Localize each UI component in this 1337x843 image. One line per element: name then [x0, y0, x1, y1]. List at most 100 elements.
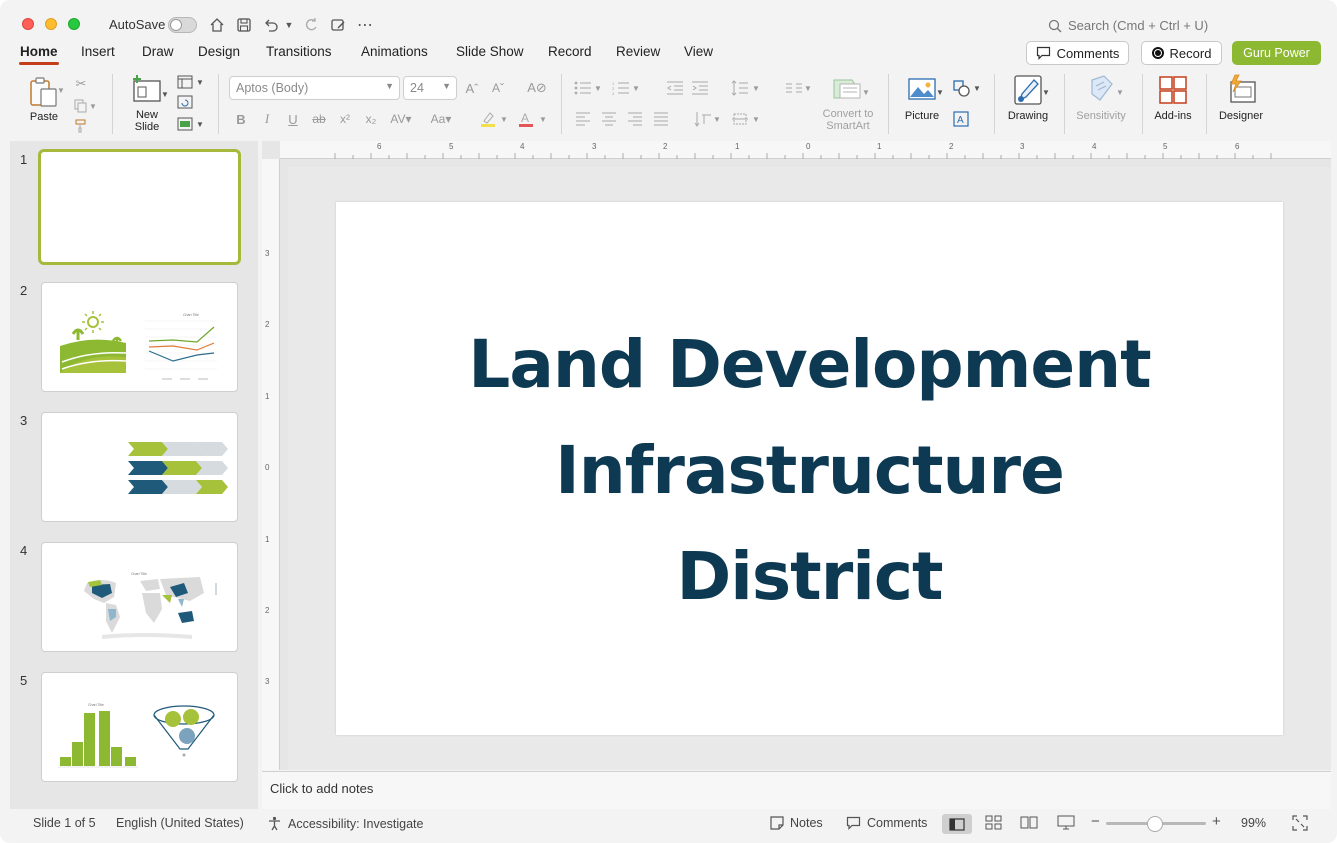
save-icon[interactable] [233, 14, 255, 36]
numbering-dropdown-icon[interactable]: ▼ [630, 78, 642, 98]
superscript-icon[interactable]: x² [334, 109, 356, 129]
bullets-icon[interactable] [572, 78, 594, 98]
tab-animations[interactable]: Animations [361, 44, 428, 59]
section-dropdown-icon[interactable]: ▼ [194, 114, 206, 134]
tab-insert[interactable]: Insert [81, 44, 115, 59]
decrease-indent-icon[interactable] [664, 78, 686, 98]
font-name-select[interactable]: Aptos (Body) ▼ [229, 76, 400, 100]
tab-design[interactable]: Design [198, 44, 240, 59]
change-case-icon[interactable]: Aa▾ [424, 109, 458, 129]
bold-icon[interactable]: B [230, 109, 252, 129]
font-size-select[interactable]: 24 ▼ [403, 76, 457, 100]
smartart-dropdown-icon[interactable]: ▼ [860, 82, 872, 102]
zoom-slider-handle[interactable] [1147, 816, 1163, 832]
increase-font-size-icon[interactable]: Aˆ [461, 78, 483, 98]
tab-record[interactable]: Record [548, 44, 592, 59]
slide-thumbnail-3[interactable] [41, 412, 238, 522]
tab-slide-show[interactable]: Slide Show [456, 44, 524, 59]
highlight-dropdown-icon[interactable]: ▼ [498, 109, 510, 129]
subscript-icon[interactable]: x₂ [360, 109, 382, 129]
align-center-icon[interactable] [598, 109, 620, 129]
layout-icon[interactable] [174, 72, 196, 92]
numbering-icon[interactable]: 123 [610, 78, 632, 98]
sensitivity-dropdown-icon[interactable]: ▼ [1114, 82, 1126, 102]
shapes-dropdown-icon[interactable]: ▼ [971, 78, 983, 98]
close-window-button[interactable] [22, 18, 34, 30]
bullets-dropdown-icon[interactable]: ▼ [592, 78, 604, 98]
align-text-icon[interactable] [729, 109, 751, 129]
notes-pane[interactable]: Click to add notes [262, 771, 1331, 809]
more-options-icon[interactable]: ⋯ [354, 14, 376, 36]
zoom-out-icon[interactable]: − [1091, 813, 1100, 830]
paste-dropdown-icon[interactable]: ▼ [56, 80, 66, 100]
record-button[interactable]: Record [1141, 41, 1222, 65]
tab-view[interactable]: View [684, 44, 713, 59]
italic-icon[interactable]: I [256, 109, 278, 129]
font-color-icon[interactable]: A [515, 109, 537, 129]
slideshow-icon [1057, 815, 1075, 830]
new-slide-dropdown-icon[interactable]: ▼ [160, 84, 170, 104]
copy-dropdown-icon[interactable]: ▼ [88, 96, 98, 116]
drawing-label: Drawing [1007, 110, 1049, 122]
text-box-icon[interactable]: A [950, 109, 972, 129]
undo-dropdown-icon[interactable]: ▼ [282, 14, 296, 36]
fit-to-window-button[interactable] [1292, 815, 1308, 834]
zoom-window-button[interactable] [68, 18, 80, 30]
autosave-toggle[interactable] [168, 17, 197, 33]
character-spacing-icon[interactable]: AV▾ [386, 109, 416, 129]
slide-thumbnail-5[interactable]: Chart Title [41, 672, 238, 782]
cut-icon[interactable]: ✂ [70, 74, 92, 94]
underline-icon[interactable]: U [282, 109, 304, 129]
align-text-dropdown-icon[interactable]: ▼ [750, 109, 762, 129]
accessibility-button[interactable]: Accessibility: Investigate [267, 816, 423, 831]
minimize-window-button[interactable] [45, 18, 57, 30]
slide-thumbnail-2[interactable]: Chart Title [41, 282, 238, 392]
home-icon[interactable] [206, 14, 228, 36]
slide-sorter-button[interactable] [985, 815, 1002, 833]
slide-thumbnail-4[interactable]: Chart Title [41, 542, 238, 652]
slide-thumbnail-1[interactable] [38, 149, 241, 265]
tab-transitions[interactable]: Transitions [266, 44, 332, 59]
line-spacing-dropdown-icon[interactable]: ▼ [750, 78, 762, 98]
reading-view-button[interactable] [1020, 815, 1038, 833]
addins-button[interactable]: Add-ins [1150, 74, 1196, 122]
slide-title[interactable]: Land Development Infrastructure District [336, 312, 1283, 630]
current-slide[interactable]: Land Development Infrastructure District [336, 202, 1283, 735]
reset-slide-icon[interactable] [174, 92, 196, 112]
strikethrough-icon[interactable]: ab [308, 109, 330, 129]
designer-button[interactable]: Designer [1214, 74, 1268, 122]
align-right-icon[interactable] [624, 109, 646, 129]
drawing-dropdown-icon[interactable]: ▼ [1040, 82, 1052, 102]
search-box[interactable]: Search (Cmd + Ctrl + U) [1048, 18, 1208, 33]
notes-button[interactable]: Notes [770, 816, 823, 830]
redo-icon[interactable] [300, 14, 322, 36]
tab-review[interactable]: Review [616, 44, 660, 59]
undo-icon[interactable] [260, 14, 282, 36]
zoom-level[interactable]: 99% [1241, 816, 1266, 830]
clear-formatting-icon[interactable]: A⊘ [526, 78, 548, 98]
format-painter-icon[interactable] [70, 116, 92, 136]
tab-draw[interactable]: Draw [142, 44, 174, 59]
decrease-font-size-icon[interactable]: Aˇ [487, 78, 509, 98]
increase-indent-icon[interactable] [689, 78, 711, 98]
language-indicator[interactable]: English (United States) [116, 816, 244, 830]
line-spacing-icon[interactable] [729, 78, 751, 98]
align-left-icon[interactable] [572, 109, 594, 129]
highlight-icon[interactable] [477, 109, 499, 129]
shapes-icon[interactable] [950, 78, 972, 98]
tab-home[interactable]: Home [20, 44, 58, 59]
guru-power-button[interactable]: Guru Power [1232, 41, 1321, 65]
normal-view-button[interactable] [942, 814, 972, 834]
status-comments-button[interactable]: Comments [846, 816, 927, 830]
text-direction-dropdown-icon[interactable]: ▼ [711, 109, 723, 129]
customize-slideshow-icon[interactable] [327, 14, 349, 36]
comments-button[interactable]: Comments [1026, 41, 1129, 65]
layout-dropdown-icon[interactable]: ▼ [194, 72, 206, 92]
columns-dropdown-icon[interactable]: ▼ [802, 78, 814, 98]
justify-icon[interactable] [650, 109, 672, 129]
section-icon[interactable] [174, 114, 196, 134]
slideshow-view-button[interactable] [1057, 815, 1075, 833]
font-color-dropdown-icon[interactable]: ▼ [537, 109, 549, 129]
picture-dropdown-icon[interactable]: ▼ [934, 82, 946, 102]
zoom-in-icon[interactable]: + [1212, 813, 1221, 830]
